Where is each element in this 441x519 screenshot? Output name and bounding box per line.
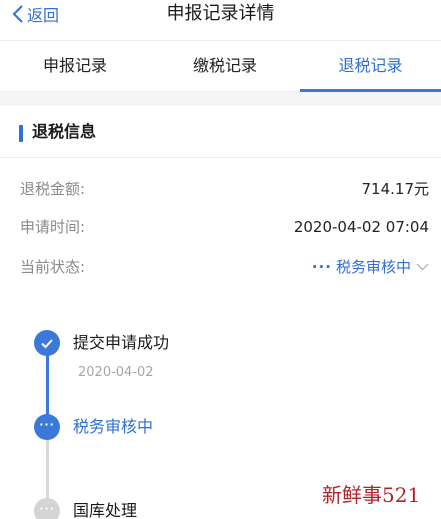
- section-title: 退税信息: [32, 122, 97, 141]
- apply-time-value: 2020-04-02 07:04: [293, 218, 429, 236]
- current-status-row[interactable]: 当前状态: ··· 税务审核中: [0, 254, 441, 280]
- timeline-step-submitted: 提交申请成功: [73, 333, 170, 352]
- tab-refund-records[interactable]: 退税记录: [300, 41, 441, 91]
- apply-time-label: 申请时间:: [20, 218, 86, 236]
- refund-amount-row: 退税金额: 714.17元: [0, 176, 441, 202]
- timeline-node-pending: ···: [34, 498, 60, 519]
- apply-time-row: 申请时间: 2020-04-02 07:04: [0, 214, 441, 240]
- current-status-text: 税务审核中: [335, 258, 411, 276]
- timeline-step-tax-review: 税务审核中: [73, 417, 154, 436]
- section-divider: [0, 92, 441, 106]
- tab-declaration-records[interactable]: 申报记录: [0, 41, 150, 91]
- nav-bar: 返回 申报记录详情: [0, 0, 441, 40]
- timeline-node-done: [34, 330, 60, 356]
- current-status-value[interactable]: ··· 税务审核中: [312, 254, 429, 280]
- section-header: 退税信息: [0, 106, 441, 158]
- page-title: 申报记录详情: [166, 3, 275, 24]
- ellipsis-icon: ···: [39, 502, 55, 515]
- refund-amount-value: 714.17元: [361, 180, 430, 198]
- section-accent-bar: [19, 125, 23, 142]
- current-status-label: 当前状态:: [20, 258, 86, 276]
- timeline-step-submitted-date: 2020-04-02: [78, 365, 154, 380]
- timeline-node-current: ···: [34, 414, 60, 440]
- tab-payment-records[interactable]: 缴税记录: [150, 41, 300, 91]
- ellipsis-icon: ···: [311, 258, 332, 276]
- ellipsis-icon: ···: [39, 418, 55, 431]
- check-icon: [41, 338, 53, 348]
- timeline-step-treasury: 国库处理: [73, 501, 138, 519]
- watermark: 新鲜事521: [322, 483, 421, 507]
- chevron-down-icon: [416, 263, 429, 271]
- tab-bar: 申报记录 缴税记录 退税记录: [0, 40, 441, 92]
- refund-amount-label: 退税金额:: [20, 180, 86, 198]
